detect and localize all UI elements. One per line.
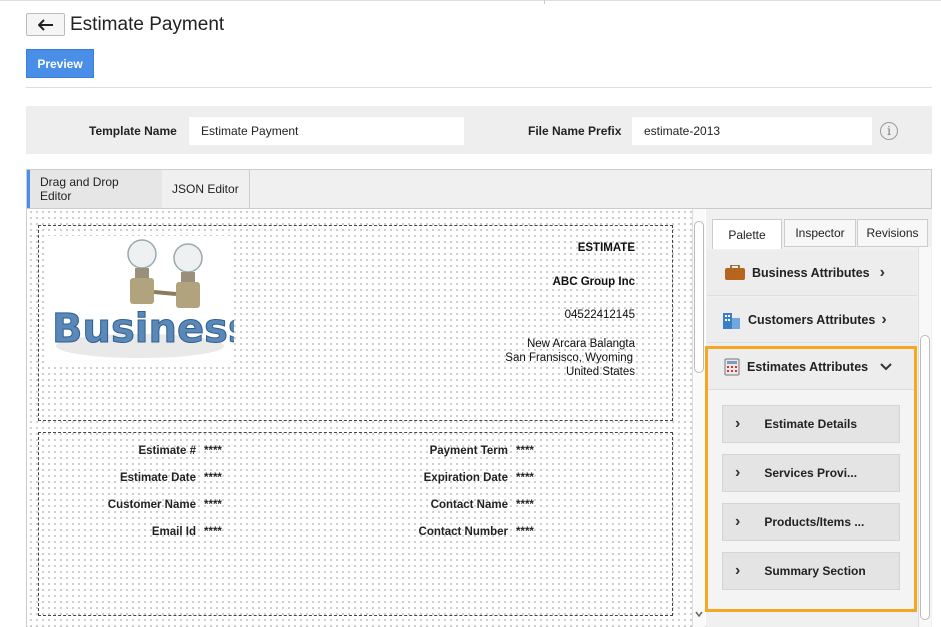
accordion-business-attributes[interactable]: Business Attributes › bbox=[707, 250, 917, 296]
doc-phone: 04522412145 bbox=[564, 309, 635, 321]
expiration-date-value: **** bbox=[516, 472, 534, 484]
estimate-number-value: **** bbox=[204, 445, 222, 457]
doc-address-line3: United States bbox=[565, 366, 635, 378]
buildings-icon bbox=[722, 311, 742, 329]
estimate-number-label: Estimate # bbox=[138, 445, 196, 457]
canvas-scrollbar-thumb[interactable] bbox=[694, 221, 704, 373]
page-title: Estimate Payment bbox=[70, 14, 225, 35]
accordion-label: Customers Attributes bbox=[748, 312, 876, 327]
template-name-label: Template Name bbox=[89, 124, 177, 138]
customer-name-value: **** bbox=[204, 499, 222, 511]
chevron-right-icon: › bbox=[881, 310, 887, 328]
back-button[interactable] bbox=[26, 13, 65, 36]
editor-tabs: Drag and Drop Editor JSON Editor bbox=[27, 170, 931, 209]
details-section[interactable] bbox=[38, 432, 673, 616]
file-prefix-input[interactable]: estimate-2013 bbox=[632, 117, 872, 145]
contact-number-value: **** bbox=[516, 526, 534, 538]
estimate-date-value: **** bbox=[204, 472, 222, 484]
arrow-left-icon bbox=[37, 18, 53, 31]
file-prefix-label: File Name Prefix bbox=[528, 124, 622, 138]
tab-json-editor[interactable]: JSON Editor bbox=[162, 170, 250, 208]
divider bbox=[26, 87, 932, 88]
info-icon[interactable]: i bbox=[880, 122, 898, 140]
palette-scrollbar[interactable] bbox=[918, 247, 931, 627]
contact-number-label: Contact Number bbox=[418, 526, 508, 538]
payment-term-label: Payment Term bbox=[429, 445, 508, 457]
expiration-date-label: Expiration Date bbox=[423, 472, 508, 484]
accordion-customers-attributes[interactable]: Customers Attributes › bbox=[707, 297, 917, 343]
chevron-right-icon: › bbox=[879, 263, 885, 281]
email-id-value: **** bbox=[204, 526, 222, 538]
canvas-scrollbar[interactable] bbox=[692, 209, 705, 627]
contact-name-value: **** bbox=[516, 499, 534, 511]
contact-name-label: Contact Name bbox=[430, 499, 508, 511]
business-logo: Business bbox=[46, 236, 252, 364]
tab-palette[interactable]: Palette bbox=[712, 219, 782, 249]
estimate-date-label: Estimate Date bbox=[119, 472, 196, 484]
email-id-label: Email Id bbox=[151, 526, 196, 538]
customer-name-label: Customer Name bbox=[107, 499, 196, 511]
doc-address-line2: San Fransisco, Wyoming bbox=[505, 352, 633, 364]
template-name-input[interactable]: Estimate Payment bbox=[189, 117, 464, 145]
doc-address-line1: New Arcara Balangta bbox=[526, 338, 635, 350]
preview-button[interactable]: Preview bbox=[26, 49, 94, 78]
top-border bbox=[0, 0, 941, 4]
palette-scrollbar-thumb[interactable] bbox=[920, 335, 930, 620]
doc-heading: ESTIMATE bbox=[577, 242, 635, 254]
payment-term-value: **** bbox=[516, 445, 534, 457]
doc-company: ABC Group Inc bbox=[552, 276, 635, 288]
tab-revisions[interactable]: Revisions bbox=[857, 219, 928, 247]
scroll-down-arrow[interactable] bbox=[694, 607, 704, 625]
tab-drag-drop-editor[interactable]: Drag and Drop Editor bbox=[27, 170, 162, 208]
top-divider bbox=[544, 0, 545, 4]
svg-text:Business: Business bbox=[52, 306, 234, 352]
accordion-label: Business Attributes bbox=[752, 265, 870, 280]
highlight-frame bbox=[705, 346, 917, 612]
tab-inspector[interactable]: Inspector bbox=[784, 219, 856, 247]
briefcase-icon bbox=[724, 263, 746, 281]
